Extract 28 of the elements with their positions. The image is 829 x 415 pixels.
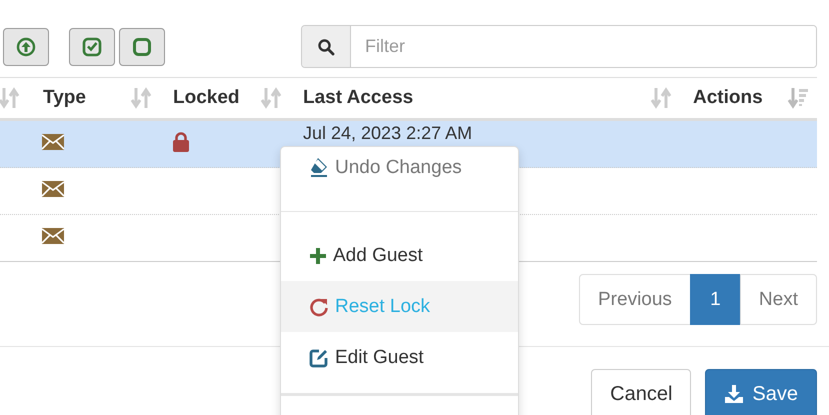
toolbar-button[interactable] — [69, 28, 115, 66]
menu-item[interactable]: Add Guest — [281, 230, 518, 281]
table-cell: Jul 24, 2023 2:27 AM — [302, 122, 472, 144]
plus-icon — [309, 246, 327, 264]
checkbox-icon — [132, 36, 152, 56]
pagination-button[interactable]: 1 — [690, 274, 741, 325]
save-button[interactable]: Save — [705, 369, 817, 415]
cancel-button[interactable]: Cancel — [591, 369, 692, 415]
checkbox-checked-icon — [82, 36, 102, 56]
download-icon — [724, 384, 744, 404]
menu-item[interactable]: Edit Guest — [281, 332, 518, 383]
column-header[interactable]: Last Access — [290, 78, 680, 118]
envelope-icon — [42, 134, 64, 150]
search-icon — [317, 38, 335, 56]
envelope-icon — [42, 180, 64, 196]
column-header[interactable]: Locked — [160, 78, 290, 118]
refresh-icon — [309, 296, 329, 316]
upload-icon — [16, 36, 36, 56]
toolbar-button[interactable] — [119, 28, 165, 66]
edit-icon — [309, 348, 329, 368]
pagination-button[interactable]: Next — [740, 274, 817, 325]
column-header[interactable]: Actions — [680, 78, 817, 118]
search-field[interactable]: Filter — [301, 25, 817, 68]
toolbar-button[interactable] — [3, 28, 49, 66]
envelope-icon — [42, 228, 64, 244]
pagination-button[interactable]: Previous — [579, 274, 691, 325]
column-header[interactable]: Type — [30, 78, 160, 118]
eraser-icon — [309, 157, 329, 177]
